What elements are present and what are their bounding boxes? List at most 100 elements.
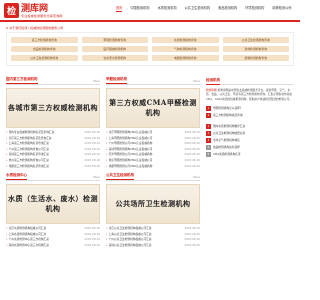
- nav-item-testing-agencies[interactable]: 中国检测机构: [130, 6, 149, 12]
- category-button[interactable]: 第三方检测机构查询: [11, 37, 78, 43]
- list-item[interactable]: • 深圳水质检测中心第三方机构汇总 2025-08-16: [6, 243, 100, 249]
- bullet-icon: •: [106, 242, 108, 247]
- category-button[interactable]: 公共卫生检测机构查询: [222, 37, 289, 43]
- panel-formaldehyde: 甲醛检测机构 More 第三方权威CMA甲醛检测机构 • 北京甲醛检测机构CMA认…: [106, 77, 200, 169]
- item-date: 2025-08-16: [184, 242, 200, 247]
- rank-badge: 1: [206, 105, 211, 111]
- category-button[interactable]: 公共卫生检测机构查询: [11, 55, 78, 61]
- panel-title[interactable]: 国内第三方检测机构: [6, 77, 38, 84]
- sidebar-item-title: 室内空气检测机构排名: [213, 138, 240, 143]
- nav-item-food[interactable]: 食品检测机构: [218, 6, 237, 12]
- rank-badge: 4: [206, 144, 211, 150]
- banner-text: 水质（生活水、废水）检测机构: [8, 194, 98, 213]
- rank-badge: 1: [206, 123, 211, 129]
- category-button[interactable]: 电器检测机构查询: [152, 55, 219, 61]
- sidebar-item-title: 第三方检测机构资质查询: [213, 113, 243, 118]
- category-button[interactable]: 水质检测机构查询: [152, 37, 219, 43]
- sidebar-intro: 检测库网 检测库网是中国专业权威检测服务平台，提供甲醛、空气、水质、食品、公共卫…: [206, 88, 294, 101]
- category-button[interactable]: 饮水安全检测机构: [81, 55, 148, 61]
- rank-badge: 2: [206, 112, 211, 118]
- panel-third-party: 国内第三方检测机构 More 各城市第三方权威检测机构 • 国内专业权威检测机构名…: [6, 77, 100, 169]
- nav-item-public-health[interactable]: 公共卫生检测机构: [185, 6, 211, 12]
- more-link[interactable]: More: [93, 175, 100, 180]
- logo-text: 测库网 专业权威检测服务文库查询网: [21, 4, 63, 18]
- panel-title[interactable]: 水质检测中心: [6, 173, 27, 180]
- sidebar-item-title: CMA资质检测机构名录: [213, 152, 241, 157]
- panel-banner[interactable]: 公共场所卫生检测机构: [106, 184, 200, 224]
- list-item[interactable]: • 深圳公共卫生检测机构权威公司汇总 2025-08-16: [106, 243, 200, 249]
- panel-title[interactable]: 公共卫生检测机构: [106, 173, 134, 180]
- item-title: 深圳公共卫生检测机构权威公司汇总: [108, 242, 152, 247]
- sidebar-item[interactable]: 1 国内水质检测机构推荐汇总: [206, 123, 294, 130]
- sidebar-header: 检测机构: [206, 78, 294, 85]
- sidebar-item[interactable]: 4 食品检测机构如何选择: [206, 144, 294, 151]
- sidebar-title[interactable]: 检测机构: [206, 78, 220, 85]
- sidebar-item-title: 国内水质检测机构推荐汇总: [213, 124, 246, 129]
- intro-text: 检测库网是中国专业权威检测服务平台，提供甲醛、空气、水质、食品、公共卫生、环境等…: [206, 88, 293, 101]
- sidebar-item[interactable]: 2 公共卫生检测机构收费标准: [206, 130, 294, 137]
- article-list: • 北京水质检测机构权威公司汇总 2025-08-16 • 上海水质检测机构权威公司汇…: [6, 226, 100, 248]
- category-button[interactable]: 甲醛检测机构查询: [81, 37, 148, 43]
- article-list: • 国内专业权威检测机构名录及查询汇总 2025-08-16 • 北京第三方检测机构名…: [6, 130, 100, 169]
- bullet-icon: •: [6, 242, 8, 247]
- item-date: 2025-08-16: [184, 163, 200, 168]
- sidebar-item-title: 甲醛检测机构怎么选择？: [213, 106, 243, 111]
- banner-text: 各城市第三方权威检测机构: [8, 103, 98, 112]
- nav-item-water[interactable]: 水质检测机构: [158, 6, 177, 12]
- panel-banner[interactable]: 第三方权威CMA甲醛检测机构: [106, 88, 200, 128]
- article-list: • 北京甲醛检测机构CMA认证权威公司 2025-08-16 • 上海甲醛检测机构CM…: [106, 130, 200, 169]
- category-button[interactable]: 医疗器械检测机构: [81, 46, 148, 52]
- panel-banner[interactable]: 水质（生活水、废水）检测机构: [6, 184, 100, 224]
- home-icon[interactable]: ⌂: [6, 26, 8, 30]
- rank-badge: 3: [206, 137, 211, 143]
- panel-header: 国内第三方检测机构 More: [6, 77, 100, 85]
- list-item[interactable]: • 成都甲醛检测公司CMA认证权威机构 2025-08-16: [106, 164, 200, 170]
- rank-badge: 5: [206, 151, 211, 157]
- panel-header: 甲醛检测机构 More: [106, 77, 200, 85]
- main-nav: 首页 中国检测机构 水质检测机构 公共卫生检测机构 食品检测机构 环境检测机构 …: [116, 6, 300, 12]
- site-logo[interactable]: 检 测库网 专业权威检测服务文库查询网: [4, 3, 63, 18]
- banner-text: 第三方权威CMA甲醛检测机构: [109, 98, 197, 117]
- panel-water: 水质检测中心 More 水质（生活水、废水）检测机构 • 北京水质检测机构权威公司…: [6, 173, 100, 248]
- nav-item-spirit[interactable]: 精神检测公司: [272, 6, 291, 12]
- nav-item-environment[interactable]: 环境检测机构: [245, 6, 264, 12]
- logo-mark: 检: [4, 3, 19, 18]
- panel-banner[interactable]: 各城市第三方权威检测机构: [6, 88, 100, 128]
- nav-item-home[interactable]: 首页: [116, 6, 123, 12]
- bullet-icon: •: [106, 163, 108, 168]
- rank-badge: 2: [206, 130, 211, 136]
- more-link[interactable]: More: [193, 79, 200, 84]
- sidebar-item[interactable]: 2 第三方检测机构资质查询: [206, 112, 294, 119]
- category-box: 第三方检测机构查询 甲醛检测机构查询 水质检测机构查询 公共卫生检测机构查询 食…: [6, 32, 294, 66]
- sidebar-item-title: 食品检测机构如何选择: [213, 145, 240, 150]
- sidebar-item[interactable]: 1 甲醛检测机构怎么选择？: [206, 105, 294, 112]
- sidebar-item[interactable]: 5 CMA资质检测机构名录: [206, 151, 294, 158]
- category-button[interactable]: 食品检测机构查询: [11, 46, 78, 52]
- sidebar-item-title: 公共卫生检测机构收费标准: [213, 131, 246, 136]
- sidebar-list-a: 1 甲醛检测机构怎么选择？ 2 第三方检测机构资质查询: [206, 105, 294, 119]
- sidebar-item[interactable]: 3 室内空气检测机构排名: [206, 137, 294, 144]
- item-title: 深圳水质检测中心第三方机构汇总: [8, 242, 49, 247]
- panel-header: 水质检测中心 More: [6, 173, 100, 181]
- item-date: 2025-08-16: [84, 242, 100, 247]
- panel-header: 公共卫生检测机构 More: [106, 173, 200, 181]
- category-button[interactable]: 建材检测机构查询: [222, 46, 289, 52]
- breadcrumb: ⌂ 关于我们检测 | 权威的检测报告服务公司: [6, 26, 63, 30]
- more-link[interactable]: More: [93, 79, 100, 84]
- breadcrumb-text[interactable]: 关于我们检测 | 权威的检测报告服务公司: [9, 26, 63, 30]
- logo-slogan: 专业权威检测服务文库查询网: [21, 13, 63, 18]
- list-item[interactable]: • 成都第三方检测机构名录查询汇总 2025-08-16: [6, 164, 100, 170]
- bullet-icon: •: [6, 163, 8, 168]
- panel-title[interactable]: 甲醛检测机构: [106, 77, 127, 84]
- item-date: 2025-08-16: [84, 163, 100, 168]
- panel-public-health: 公共卫生检测机构 More 公共场所卫生检测机构 • 北京公共卫生检测机构权威公司…: [106, 173, 200, 249]
- item-title: 成都第三方检测机构名录查询汇总: [8, 163, 49, 168]
- sidebar-list-b: 1 国内水质检测机构推荐汇总 2 公共卫生检测机构收费标准 3 室内空气检测机构排名 …: [206, 123, 294, 158]
- category-button[interactable]: 建筑检测机构查询: [222, 55, 289, 61]
- sidebar: 检测机构 检测库网 检测库网是中国专业权威检测服务平台，提供甲醛、空气、水质、食…: [206, 78, 294, 158]
- site-header: 检 测库网 专业权威检测服务文库查询网 首页 中国检测机构 水质检测机构 公共卫…: [0, 0, 300, 22]
- more-link[interactable]: More: [193, 175, 200, 180]
- logo-name: 测库网: [21, 3, 49, 14]
- category-grid: 第三方检测机构查询 甲醛检测机构查询 水质检测机构查询 公共卫生检测机构查询 食…: [11, 37, 289, 61]
- category-button[interactable]: 气体检测机构查询: [152, 46, 219, 52]
